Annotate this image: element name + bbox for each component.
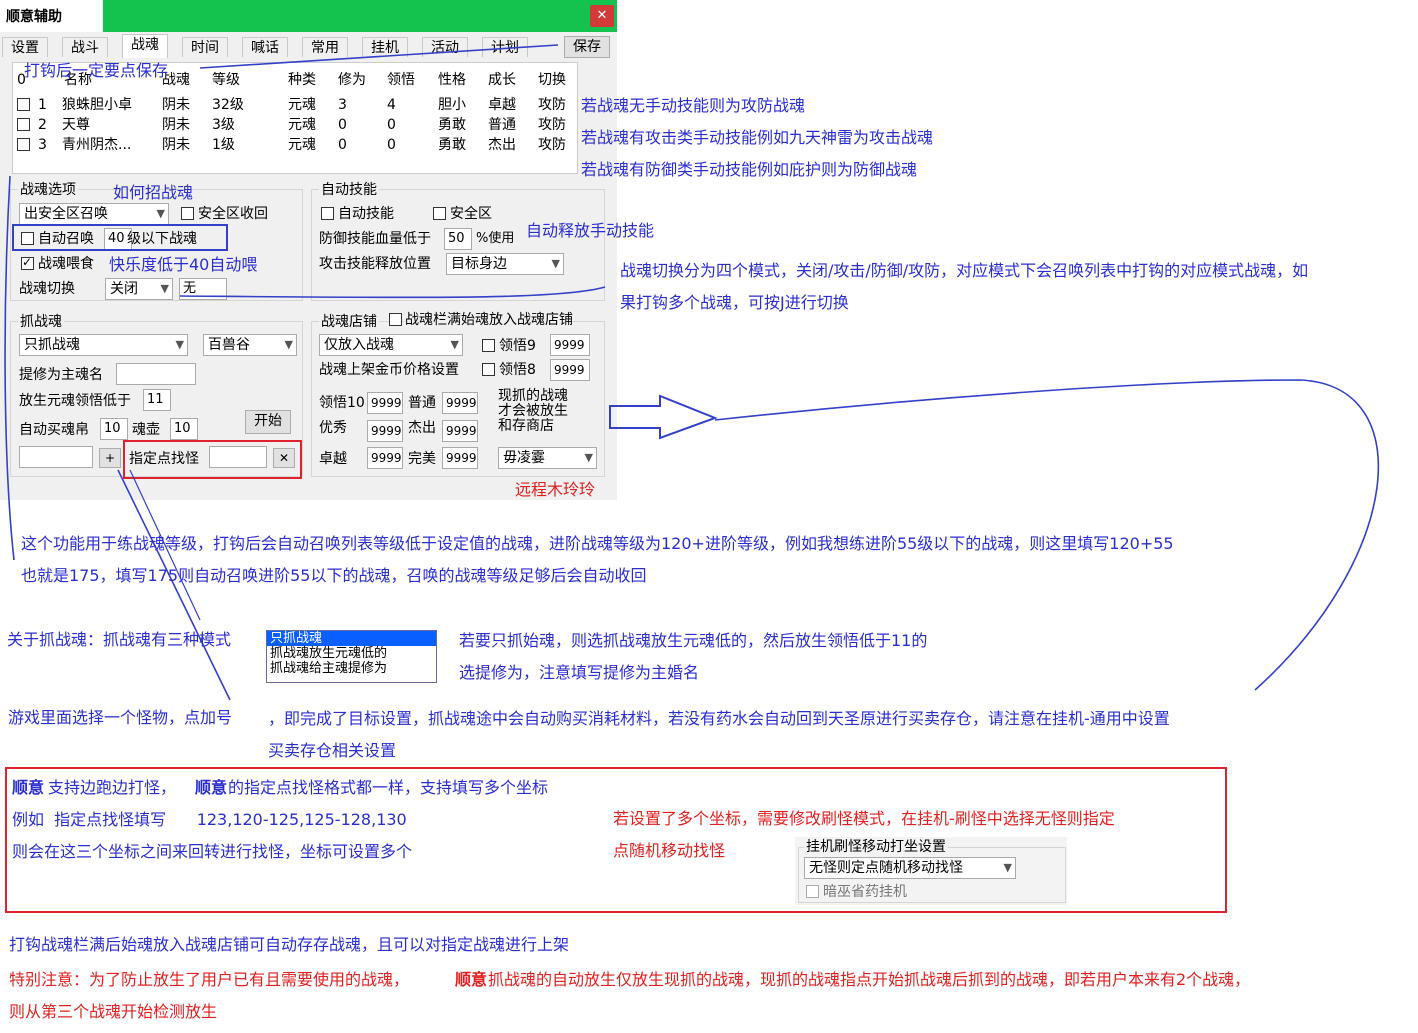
hint-switch-line1: 战魂切换分为四个模式，关闭/攻击/防御/攻防，对应模式下会召唤列表中打钩的对应模… [620,261,1309,280]
catch-mode-list[interactable]: 只抓战魂 抓战魂放生元魂低的 抓战魂给主魂提修为 [266,630,437,683]
box-line1-a: 支持边跑边打怪， [48,778,177,797]
bottom-note-2a: 特别注意：为了防止放生了用户已有且需要使用的战魂， [9,970,410,989]
mode-option-only-catch[interactable]: 只抓战魂 [267,631,436,646]
idle-check-checkbox[interactable] [806,885,819,898]
hint-level-line2: 也就是175，填写175则自动召唤进阶55以下的战魂，召唤的战魂等级足够后会自动… [21,566,647,585]
arrow-icon [609,394,718,440]
brand-name: 顺意 [455,970,488,989]
hint-catch-2: 选提修为，注意填写提修为主婚名 [459,663,700,682]
bottom-note-1: 打钩战魂栏满后始魂放入战魂店铺可自动存存战魂，且可以对指定战魂进行上架 [9,935,570,954]
save-pointer-line [199,44,559,69]
hint-target-set-2: 买卖存仓相关设置 [268,741,397,760]
idle-settings-title: 挂机刷怪移动打坐设置 [804,839,948,855]
box-red-1: 若设置了多个坐标，需要修改刷怪模式，在挂机-刷怪中选择无怪则指定 [613,809,1115,828]
idle-mode-combo[interactable]: 无怪则定点随机移动找怪 ▼ [804,857,1016,879]
hint-catch-modes: 关于抓战魂：抓战魂有三种模式 [7,630,232,649]
hint-switch-line2: 果打钩多个战魂，可按J进行切换 [620,293,849,312]
box-line1-b: 的指定点找怪格式都一样，支持填写多个坐标 [228,778,549,797]
bottom-note-3: 则从第三个战魂开始检测放生 [9,1002,218,1021]
box-line2: 例如 指定点找怪填写 123,120-125,125-128,130 [12,810,407,829]
hint-catch-1: 若要只抓始魂，则选抓战魂放生元魂低的，然后放生领悟低于11的 [459,631,928,650]
hint-select-monster: 游戏里面选择一个怪物，点加号 [8,708,233,727]
box-red-2: 点随机移动找怪 [613,841,726,860]
idle-mode-value: 无怪则定点随机移动找怪 [809,860,963,876]
idle-check-label: 暗巫省药挂机 [823,884,907,900]
hint-level-line1: 这个功能用于练战魂等级，打钩后会自动召唤列表等级低于设定值的战魂，进阶战魂等级为… [21,534,1174,553]
hint-target-set-1: ，即完成了目标设置，抓战魂途中会自动购买消耗材料，若没有药水会自动回到天圣原进行… [268,709,1170,728]
chevron-down-icon: ▼ [1003,861,1012,874]
hint-remote-npc: 远程木玲玲 [515,480,596,499]
hint-how-summon: 如何招战魂 [113,183,194,202]
hint-feed: 快乐度低于40自动喂 [109,255,258,274]
hint-auto-release: 自动释放手动技能 [526,221,655,240]
hint-attack-defense: 若战魂无手动技能则为攻防战魂 [581,96,806,115]
box-line3: 则会在这三个坐标之间来回转进行找怪，坐标可设置多个 [12,842,413,861]
level-bracket-line [4,175,15,561]
mode-option-cultivation[interactable]: 抓战魂给主魂提修为 [267,661,436,676]
save-hint: 打钩后一定要点保存 [24,61,169,80]
mode-option-release-low[interactable]: 抓战魂放生元魂低的 [267,646,436,661]
brand-name: 顺意 [195,778,228,797]
switch-pointer-line [179,286,606,299]
brand-name: 顺意 [12,778,45,797]
hint-defense: 若战魂有防御类手动技能例如庇护则为防御战魂 [581,160,918,179]
bottom-note-2b: 抓战魂的自动放生仅放生现抓的战魂，现抓的战魂指点开始抓战魂后抓到的战魂，即若用户… [488,970,1251,989]
hint-attack: 若战魂有攻击类手动技能例如九天神雷为攻击战魂 [581,128,934,147]
